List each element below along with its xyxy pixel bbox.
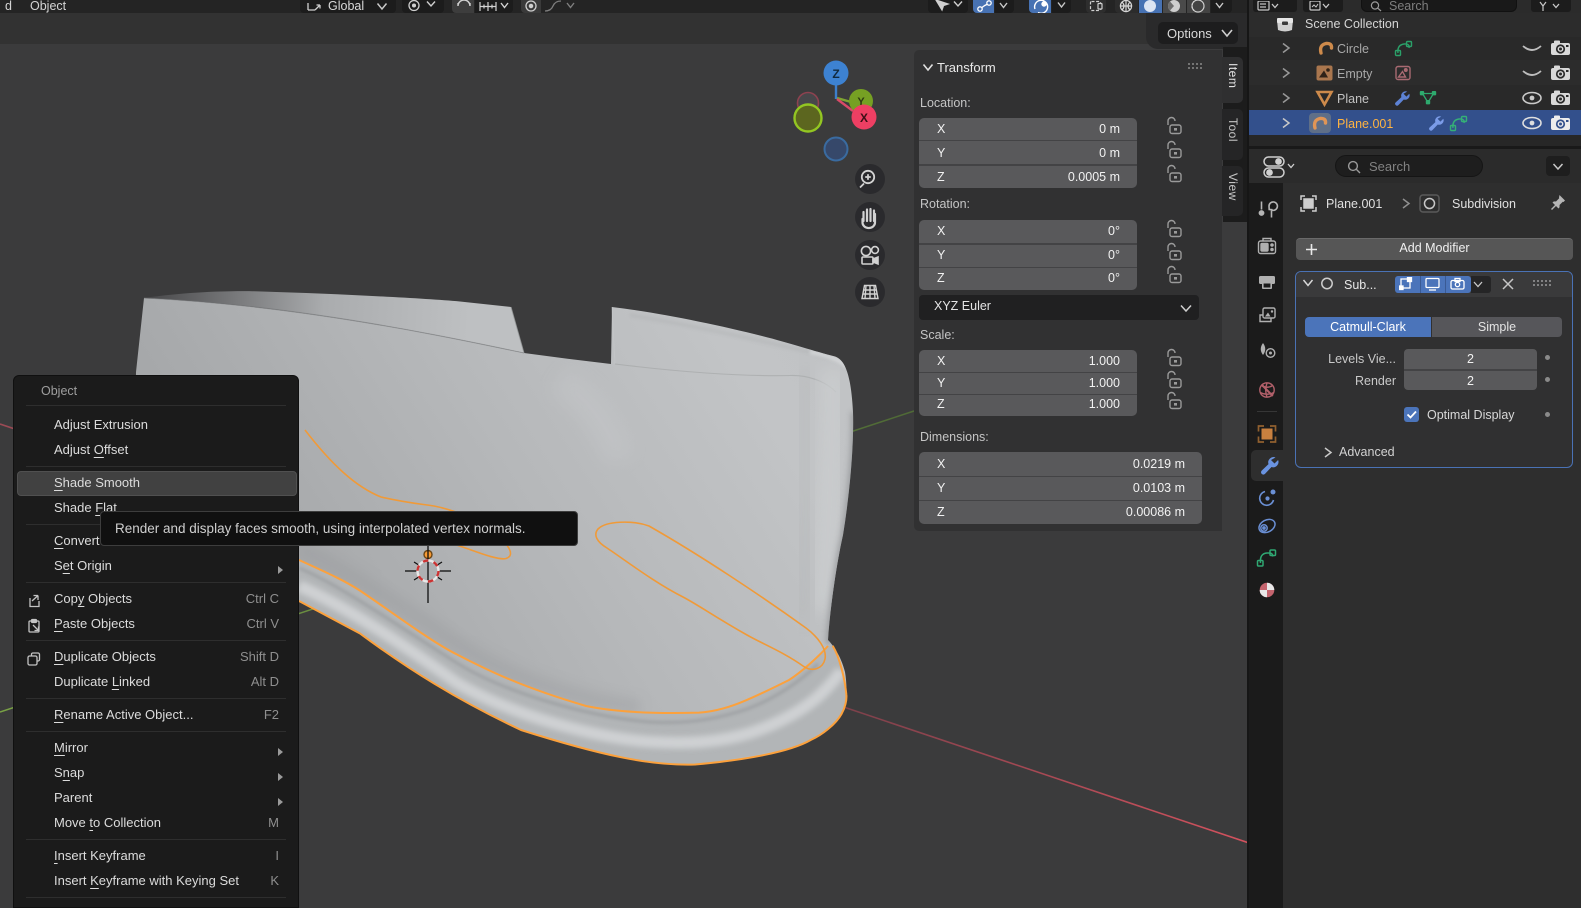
- svg-text:Z: Z: [832, 67, 839, 81]
- svg-text:X: X: [860, 111, 868, 125]
